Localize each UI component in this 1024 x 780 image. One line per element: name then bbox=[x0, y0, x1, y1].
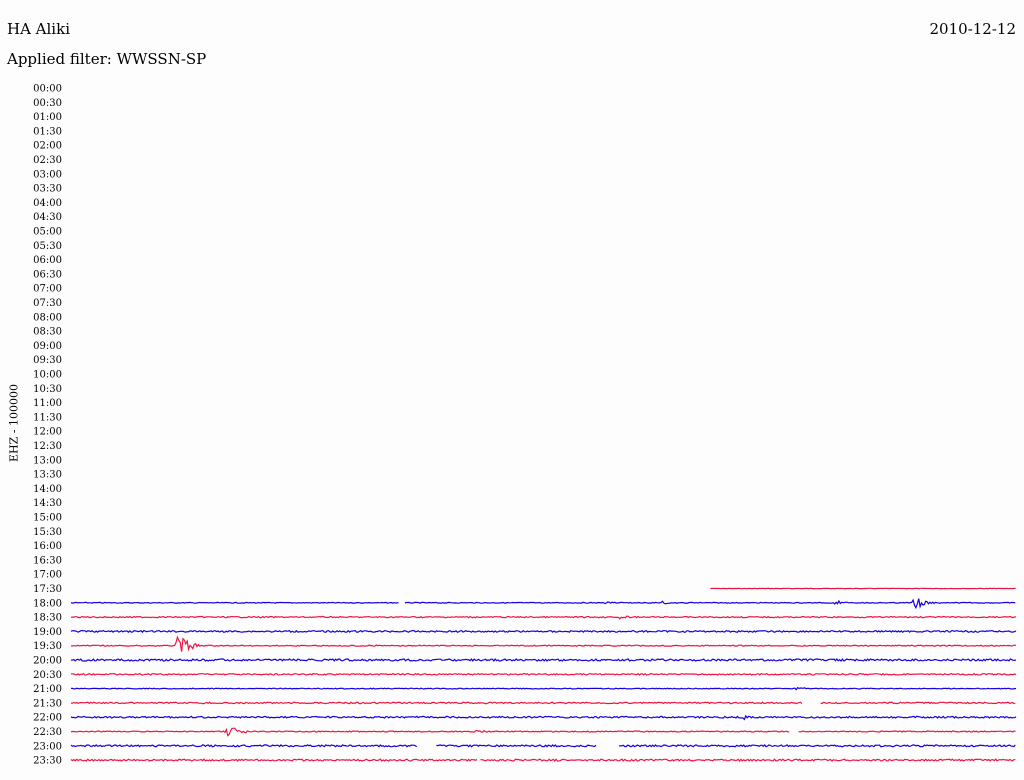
time-tick-label: 14:30 bbox=[33, 498, 62, 509]
time-tick-label: 15:30 bbox=[33, 527, 62, 538]
trace-line bbox=[70, 758, 478, 762]
time-tick-label: 10:00 bbox=[33, 370, 62, 381]
trace-line bbox=[70, 601, 399, 604]
time-tick-label: 08:00 bbox=[33, 312, 62, 323]
time-tick-label: 22:30 bbox=[33, 727, 62, 738]
trace-line bbox=[70, 658, 1017, 662]
time-tick-label: 00:00 bbox=[33, 84, 62, 95]
time-tick-label: 09:00 bbox=[33, 341, 62, 352]
trace-line bbox=[70, 615, 1017, 620]
trace-20:00 bbox=[70, 658, 1017, 662]
time-tick-label: 21:30 bbox=[33, 698, 62, 709]
time-tick-label: 01:00 bbox=[33, 112, 62, 123]
time-tick-label: 21:00 bbox=[33, 684, 62, 695]
time-tick-label: 05:00 bbox=[33, 227, 62, 238]
trace-line bbox=[70, 714, 1017, 721]
trace-line bbox=[70, 727, 790, 737]
trace-line bbox=[798, 730, 1016, 733]
time-tick-labels: 00:00 00:30 01:00 01:30 02:00 02:30 03:00 03:30… bbox=[33, 84, 62, 767]
time-tick-label: 18:00 bbox=[33, 598, 62, 609]
time-tick-label: 10:30 bbox=[33, 384, 62, 395]
helicorder-plot: 00:00 00:30 01:00 01:30 02:00 02:30 03:00 03:30… bbox=[33, 84, 1017, 767]
time-tick-label: 23:00 bbox=[33, 741, 62, 752]
trace-21:30 bbox=[70, 701, 1016, 705]
time-tick-label: 23:30 bbox=[33, 756, 62, 767]
time-tick-label: 22:00 bbox=[33, 713, 62, 724]
time-tick-label: 00:30 bbox=[33, 98, 62, 109]
trace-23:30 bbox=[70, 758, 1016, 762]
time-tick-label: 11:30 bbox=[33, 412, 62, 423]
time-tick-label: 05:30 bbox=[33, 241, 62, 252]
trace-line bbox=[70, 635, 1017, 652]
time-tick-label: 03:00 bbox=[33, 169, 62, 180]
time-tick-label: 08:30 bbox=[33, 327, 62, 338]
time-tick-label: 13:30 bbox=[33, 470, 62, 481]
trace-19:00 bbox=[70, 629, 1017, 634]
time-tick-label: 06:00 bbox=[33, 255, 62, 266]
seismic-traces bbox=[70, 587, 1017, 762]
time-tick-label: 06:30 bbox=[33, 269, 62, 280]
trace-22:00 bbox=[70, 714, 1017, 721]
trace-line bbox=[70, 744, 418, 748]
time-tick-label: 12:00 bbox=[33, 427, 62, 438]
time-tick-label: 02:30 bbox=[33, 155, 62, 166]
time-tick-label: 20:00 bbox=[33, 656, 62, 667]
trace-line bbox=[70, 629, 1017, 634]
time-tick-label: 19:30 bbox=[33, 641, 62, 652]
time-tick-label: 20:30 bbox=[33, 670, 62, 681]
time-tick-label: 07:30 bbox=[33, 298, 62, 309]
time-tick-label: 17:30 bbox=[33, 584, 62, 595]
trace-line bbox=[70, 701, 803, 705]
time-tick-label: 04:30 bbox=[33, 212, 62, 223]
trace-22:30 bbox=[70, 727, 1016, 737]
time-tick-label: 19:00 bbox=[33, 627, 62, 638]
trace-18:00 bbox=[70, 598, 1016, 610]
trace-line bbox=[436, 744, 597, 748]
time-tick-label: 18:30 bbox=[33, 613, 62, 624]
trace-line bbox=[820, 701, 1016, 705]
time-tick-label: 07:00 bbox=[33, 284, 62, 295]
time-tick-label: 16:30 bbox=[33, 555, 62, 566]
time-tick-label: 02:00 bbox=[33, 141, 62, 152]
time-tick-label: 11:00 bbox=[33, 398, 62, 409]
trace-line bbox=[404, 598, 1016, 610]
time-tick-label: 09:30 bbox=[33, 355, 62, 366]
trace-19:30 bbox=[70, 635, 1017, 652]
trace-line bbox=[619, 743, 1016, 748]
time-tick-label: 01:30 bbox=[33, 126, 62, 137]
time-tick-label: 16:00 bbox=[33, 541, 62, 552]
time-tick-label: 17:00 bbox=[33, 570, 62, 581]
trace-line bbox=[480, 758, 1016, 762]
time-tick-label: 12:30 bbox=[33, 441, 62, 452]
time-tick-label: 04:00 bbox=[33, 198, 62, 209]
time-tick-label: 13:00 bbox=[33, 455, 62, 466]
trace-line bbox=[71, 686, 1017, 691]
time-tick-label: 03:30 bbox=[33, 184, 62, 195]
time-tick-label: 15:00 bbox=[33, 513, 62, 524]
time-tick-label: 14:00 bbox=[33, 484, 62, 495]
trace-line bbox=[71, 672, 1017, 676]
trace-18:30 bbox=[70, 615, 1017, 620]
trace-21:00 bbox=[71, 686, 1017, 691]
trace-23:00 bbox=[70, 743, 1016, 748]
trace-20:30 bbox=[71, 672, 1017, 676]
